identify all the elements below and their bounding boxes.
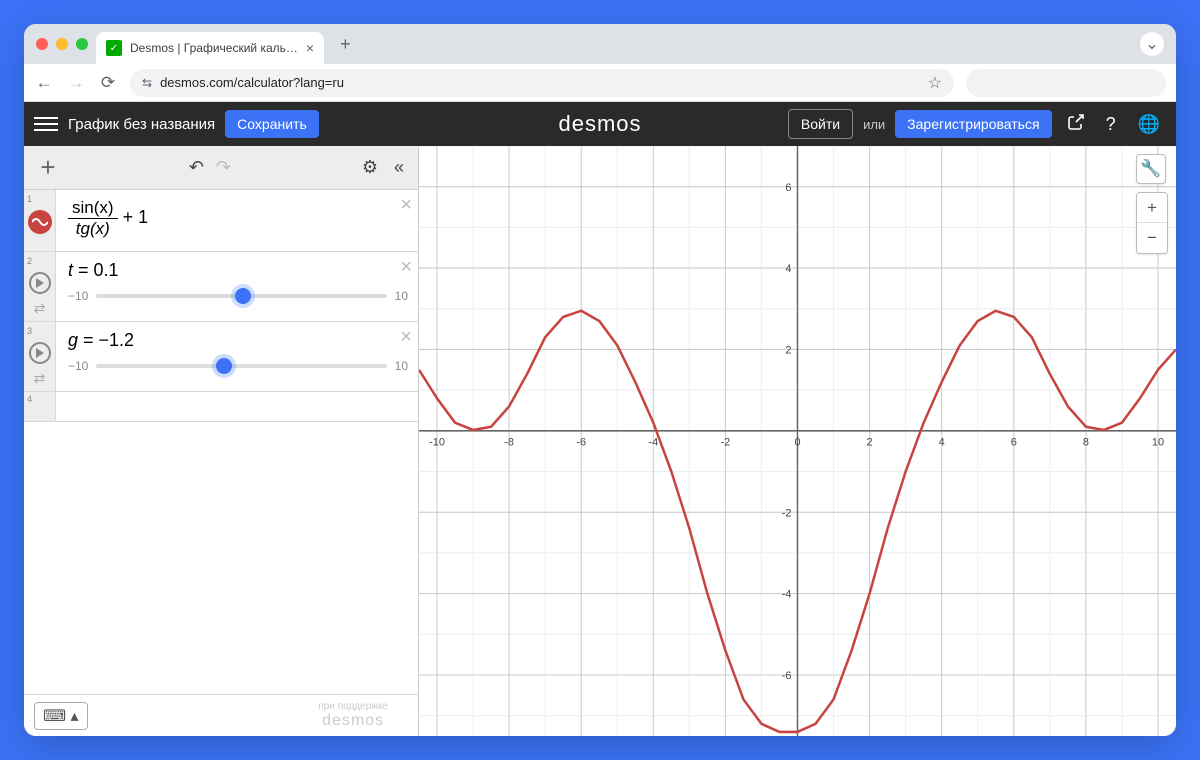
forward-button[interactable]: →	[66, 73, 86, 93]
share-icon[interactable]	[1062, 114, 1090, 135]
slider-formula[interactable]: t = 0.1	[68, 260, 119, 280]
slider-min[interactable]: −10	[68, 289, 88, 303]
menu-button[interactable]	[34, 112, 58, 136]
expression-row[interactable]: 3 ⇄ × g = −1.2 −10 10	[24, 322, 418, 392]
svg-text:-4: -4	[648, 436, 658, 448]
svg-text:-2: -2	[782, 507, 792, 519]
desmos-logo: desmos	[558, 111, 641, 137]
expression-row-empty[interactable]: 4	[24, 392, 418, 422]
svg-text:6: 6	[1011, 436, 1017, 448]
delete-expression-icon[interactable]: ×	[400, 256, 412, 279]
maximize-window-icon[interactable]	[76, 38, 88, 50]
svg-text:10: 10	[1152, 436, 1164, 448]
expression-row[interactable]: 1 × sin(x)tg(x) + 1	[24, 190, 418, 252]
function-color-icon[interactable]	[28, 210, 52, 234]
slider-track[interactable]	[96, 294, 386, 298]
or-label: или	[863, 117, 885, 132]
svg-text:4: 4	[939, 436, 945, 448]
graph-tools: 🔧 + −	[1136, 154, 1168, 254]
settings-icon[interactable]: ⚙	[354, 157, 386, 178]
expression-row[interactable]: 2 ⇄ × t = 0.1 −10 10	[24, 252, 418, 322]
close-window-icon[interactable]	[36, 38, 48, 50]
svg-text:2: 2	[785, 344, 791, 356]
play-slider-icon[interactable]	[29, 272, 51, 294]
register-button[interactable]: Зарегистрироваться	[895, 110, 1051, 138]
graph-canvas[interactable]: -10 -8 -6 -4 -2 0 2 4 6 8 10 -6 -4 -2 2 4 6 🔧 + −	[419, 146, 1176, 736]
expression-index: 2	[27, 256, 32, 266]
collapse-panel-icon[interactable]: «	[386, 157, 412, 178]
redo-button[interactable]: ↷	[210, 157, 237, 178]
svg-text:4: 4	[785, 263, 791, 275]
slider-track[interactable]	[96, 364, 386, 368]
loop-icon[interactable]: ⇄	[34, 370, 46, 387]
svg-text:-2: -2	[721, 436, 731, 448]
svg-text:8: 8	[1083, 436, 1089, 448]
expression-index: 3	[27, 326, 32, 336]
expression-index: 1	[27, 194, 32, 204]
svg-text:-10: -10	[429, 436, 445, 448]
svg-text:2: 2	[867, 436, 873, 448]
help-icon[interactable]: ?	[1100, 114, 1122, 135]
loop-icon[interactable]: ⇄	[34, 300, 46, 317]
undo-button[interactable]: ↶	[183, 157, 210, 178]
slider-formula[interactable]: g = −1.2	[68, 330, 134, 350]
bookmark-icon[interactable]: ☆	[928, 73, 942, 93]
save-button[interactable]: Сохранить	[225, 110, 319, 138]
browser-toolbar: ← → ⟳ ⇆ desmos.com/calculator?lang=ru ☆	[24, 64, 1176, 102]
expression-list: 1 × sin(x)tg(x) + 1 2	[24, 190, 418, 694]
extensions-area	[966, 69, 1166, 97]
favicon-icon: ✓	[106, 40, 122, 56]
wrench-icon[interactable]: 🔧	[1136, 154, 1166, 184]
slider-min[interactable]: −10	[68, 359, 88, 373]
add-expression-button[interactable]: +	[30, 152, 66, 183]
zoom-out-button[interactable]: −	[1137, 223, 1167, 253]
svg-text:0: 0	[794, 436, 800, 448]
address-bar[interactable]: ⇆ desmos.com/calculator?lang=ru ☆	[130, 69, 954, 97]
reload-button[interactable]: ⟳	[98, 73, 118, 93]
keyboard-toggle[interactable]: ⌨ ▴	[34, 702, 88, 730]
slider-max[interactable]: 10	[395, 359, 408, 373]
back-button[interactable]: ←	[34, 73, 54, 93]
login-button[interactable]: Войти	[788, 109, 853, 139]
browser-tab-strip: ✓ Desmos | Графический каль… × + ⌄	[24, 24, 1176, 64]
slider-thumb[interactable]	[216, 358, 232, 374]
site-info-icon[interactable]: ⇆	[142, 76, 152, 90]
minimize-window-icon[interactable]	[56, 38, 68, 50]
graph-title[interactable]: График без названия	[68, 116, 215, 133]
tabs-dropdown-icon[interactable]: ⌄	[1140, 32, 1164, 56]
svg-text:-4: -4	[782, 589, 792, 601]
zoom-in-button[interactable]: +	[1137, 193, 1167, 223]
slider-max[interactable]: 10	[395, 289, 408, 303]
svg-text:-8: -8	[504, 436, 514, 448]
url-text: desmos.com/calculator?lang=ru	[160, 75, 344, 90]
app-header: График без названия Сохранить desmos Вой…	[24, 102, 1176, 146]
sidebar-footer: ⌨ ▴ при поддержкеdesmos	[24, 694, 418, 736]
svg-text:6: 6	[785, 182, 791, 194]
expression-index: 4	[27, 394, 32, 404]
browser-tab[interactable]: ✓ Desmos | Графический каль… ×	[96, 32, 324, 64]
language-icon[interactable]: 🌐	[1132, 114, 1166, 135]
new-tab-button[interactable]: +	[332, 34, 359, 55]
delete-expression-icon[interactable]: ×	[400, 194, 412, 217]
play-slider-icon[interactable]	[29, 342, 51, 364]
expression-toolbar: + ↶ ↷ ⚙ «	[24, 146, 418, 190]
svg-text:-6: -6	[782, 670, 792, 682]
tab-close-icon[interactable]: ×	[306, 40, 314, 56]
slider-thumb[interactable]	[235, 288, 251, 304]
expression-panel: + ↶ ↷ ⚙ « 1 ×	[24, 146, 419, 736]
svg-text:-6: -6	[576, 436, 586, 448]
expression-formula[interactable]: sin(x)tg(x) + 1	[68, 207, 148, 227]
powered-by: при поддержкеdesmos	[318, 701, 388, 730]
tab-title: Desmos | Графический каль…	[130, 41, 298, 55]
window-controls	[36, 38, 88, 50]
delete-expression-icon[interactable]: ×	[400, 326, 412, 349]
